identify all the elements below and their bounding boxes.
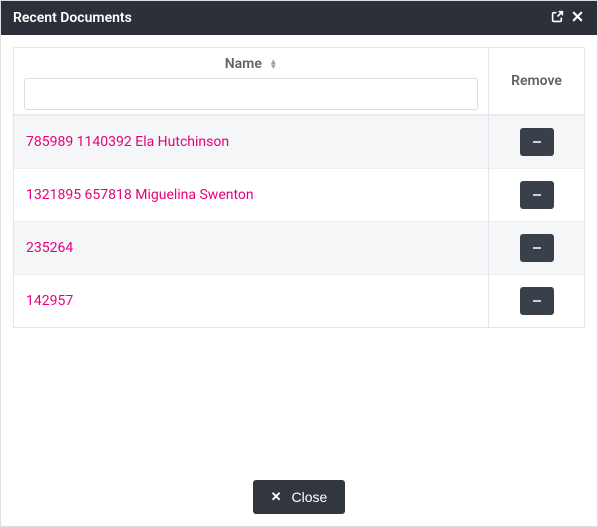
- name-filter-input[interactable]: [24, 78, 478, 110]
- modal-footer: ✕ Close: [1, 468, 597, 526]
- column-header-remove: Remove: [488, 48, 584, 115]
- remove-button[interactable]: [520, 181, 554, 209]
- document-link[interactable]: 785989 1140392 Ela Hutchinson: [26, 134, 229, 150]
- minus-icon: [531, 242, 543, 254]
- remove-button[interactable]: [520, 128, 554, 156]
- remove-button[interactable]: [520, 234, 554, 262]
- table-row: 1321895 657818 Miguelina Swenton: [14, 168, 584, 221]
- remove-cell: [488, 115, 584, 168]
- close-x-icon: ✕: [271, 489, 282, 505]
- table-row: 142957: [14, 274, 584, 327]
- remove-button[interactable]: [520, 287, 554, 315]
- remove-cell: [488, 221, 584, 274]
- column-header-name[interactable]: Name ▲▼: [14, 48, 488, 115]
- document-name-cell: 142957: [14, 274, 488, 327]
- table-row: 235264: [14, 221, 584, 274]
- minus-icon: [531, 136, 543, 148]
- document-link[interactable]: 235264: [26, 240, 73, 256]
- remove-cell: [488, 168, 584, 221]
- column-header-name-label: Name: [225, 56, 262, 72]
- remove-cell: [488, 274, 584, 327]
- modal-title: Recent Documents: [13, 10, 547, 26]
- close-button[interactable]: ✕ Close: [253, 480, 346, 514]
- recent-documents-modal: Recent Documents Name ▲▼: [0, 0, 598, 527]
- column-header-remove-label: Remove: [511, 73, 562, 89]
- minus-icon: [531, 189, 543, 201]
- titlebar: Recent Documents: [1, 1, 597, 35]
- external-icon[interactable]: [547, 10, 567, 27]
- document-link[interactable]: 1321895 657818 Miguelina Swenton: [26, 187, 254, 203]
- documents-tbody: 785989 1140392 Ela Hutchinson 1321895 657…: [14, 115, 584, 327]
- sort-icon: ▲▼: [269, 59, 277, 69]
- documents-table: Name ▲▼ Remove 785989 1140392 Ela Hutchi…: [13, 47, 585, 328]
- document-name-cell: 785989 1140392 Ela Hutchinson: [14, 115, 488, 168]
- modal-content: Name ▲▼ Remove 785989 1140392 Ela Hutchi…: [1, 35, 597, 468]
- close-icon[interactable]: [567, 10, 587, 27]
- document-name-cell: 235264: [14, 221, 488, 274]
- table-row: 785989 1140392 Ela Hutchinson: [14, 115, 584, 168]
- close-button-label: Close: [292, 489, 328, 505]
- document-link[interactable]: 142957: [26, 293, 73, 309]
- document-name-cell: 1321895 657818 Miguelina Swenton: [14, 168, 488, 221]
- minus-icon: [531, 295, 543, 307]
